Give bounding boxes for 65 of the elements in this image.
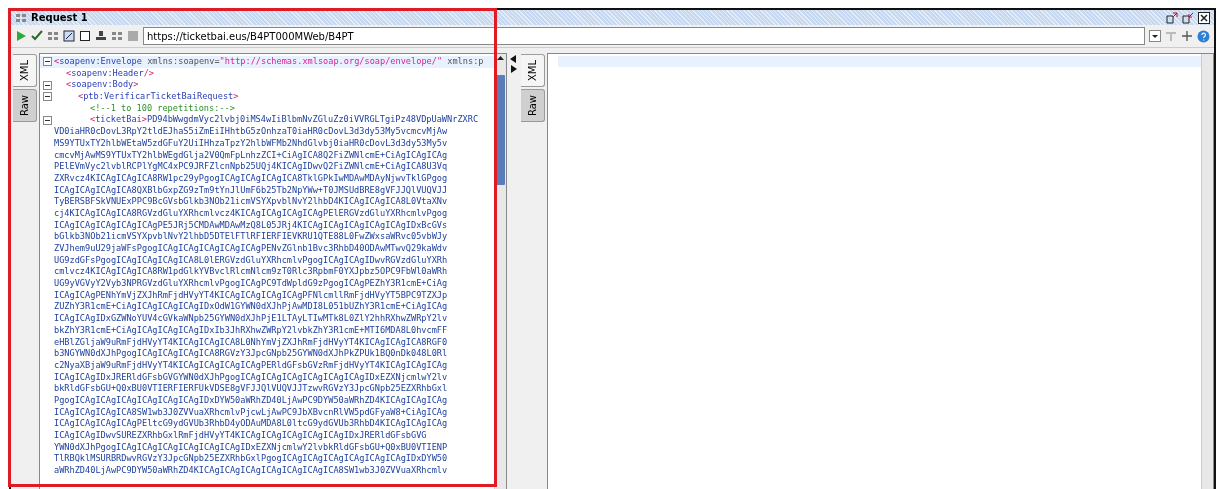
editor-tab[interactable]: Raw: [521, 89, 545, 123]
check-icon[interactable]: [31, 30, 43, 42]
help-icon[interactable]: [1197, 29, 1210, 43]
xml-line: ICAgICAgPENhYmVjZXJhRmFjdHVyYT4KICAgICAgICAgICAgPFNlcmllRmFjdHVyYT5BPC9TZXJp: [54, 289, 448, 302]
xml-line: cj4KICAgICAgICA8RGVzdGluYXRhcmlvcz4KICAgICAgICAgICAgPElERGVzdGluYXRhcmlvPgog: [54, 207, 448, 220]
xml-line: ZUZhY3R1cmE+CiAgICAgICAgICAgIDxOdW1GYWN0dXJhPjAwMDI8L051bUZhY3R1cmE+CiAgICAg: [54, 301, 448, 314]
xml-line: TlRBQklMSURBRDwvRGVzY3JpcGNpb25EZXRhbGxlPgogICAgICAgICAgICAgICAgICAgIDxDYW50: [54, 453, 448, 466]
editor-tab[interactable]: XML: [13, 54, 37, 88]
request-editor[interactable]: [39, 53, 507, 489]
xml-line: ZXRvcz4KICAgICAgICA8RW1pc29yPgogICAgICAgICAgICA8TklGPkIwMDAwMDAyNjwvTklGPgog: [54, 172, 448, 185]
xml-line: c2NyaXBjaW9uRmFjdHVyYT4KICAgICAgICAgICAgPERldGFsbGVzRmFjdHVyYT4KICAgICAgICAg: [54, 359, 448, 372]
xml-line: TyBERSBFSkVNUExPPC9BcGVsbGlkb3NOb21icmVSYXpvblNvY2lhbD4KICAgICAgICA8L0VtaXNv: [54, 196, 448, 208]
xml-line: MS9YTUxTY2hlbWEtaW5zdGFuY2UiIHhzaTpzY2hlbWFMb2NhdGlvbj0iaHR0cDovL3d3dy53My5v: [54, 137, 448, 150]
collapse-icon[interactable]: [42, 57, 52, 67]
xml-line: cmcvMjAwMS9YTUxTY2hlbWEgdGlja2V0QmFpLnhzZCI+CiAgICA8Q2FiZWNlcmE+CiAgICAgICAg: [54, 149, 448, 162]
xml-line: ICAgICAgIDxGZWNoYUV4cGVkaWNpb25GYWN0dXJhPjE1LTAyLTIwMTk8L0ZlY2hhRXhwZWRpY2lv: [54, 313, 448, 325]
xml-line: ICAgICAgICAgICAgICAgPE5JRj5CMDAwMDAwMzQ8L05JRj4KICAgICAgICAgICAgICAgIDxBcGVs: [54, 219, 448, 232]
xml-line: PgogICAgICAgICAgICAgICAgICAgIDxDYW50aWRhZD40LjAwPC9DYW50aWRhZD4KICAgICAgICAg: [54, 394, 448, 407]
xml-line: PElEVmVyc2lvblRCPlYgMC4xPC9JRFZlcnNpb25UQj4KICAgIDwvQ2FiZWNlcmE+CiAgICA8U3Vq: [54, 161, 448, 173]
restore-icon[interactable]: [1166, 11, 1178, 24]
collapse-icon[interactable]: [42, 92, 52, 102]
xml-line: ZVJhem9uU29jaWFsPgogICAgICAgICAgICAgICAgPENvZGlnb1Bvc3RhbD40ODAwMTwvQ29kaWdv: [54, 243, 448, 255]
right-arrow-icon[interactable]: [509, 65, 517, 73]
xml-line: cmlvcz4KICAgICAgICA8RW1pdGlkYVBvclRlcmNlcm9zT0Rlc3RpbmF0YXJpbz5OPC9FbWl0aWRh: [54, 266, 448, 279]
xml-line: <soapenv:Body>: [65, 79, 139, 92]
soap-icon[interactable]: [47, 30, 59, 42]
xml-line: UG9zdGFsPgogICAgICAgICAgICA8L0lERGVzdGluYXRhcmlvPgogICAgICAgIDwvRGVzdGluYXRh: [54, 254, 448, 267]
square-icon[interactable]: [79, 30, 91, 42]
xml-line: aWRhZD40LjAwPC9DYW50aWRhZD4KICAgICAgICAgICAgICAgICAgICA8SW1wb3J0ZVVuaXRhcmlv: [54, 465, 448, 477]
stamp-icon[interactable]: [95, 30, 107, 42]
window-title: Request 1: [31, 12, 88, 23]
xml-line: YWN0dXJhPgogICAgICAgICAgICAgICAgICAgIDxEZXNjcmlwY2lvbkRldGFsbGU+Q0xBU0VTIENP: [54, 441, 448, 454]
frame-icon[interactable]: [63, 30, 75, 42]
xml-line: <soapenv:Header/>: [65, 67, 154, 80]
xml-line: ICAgICAgIDwvSUREZXRhbGxlRmFjdHVyYT4KICAgICAgICAgICAgICAgIDxJRERldGFsbGVG: [54, 430, 427, 442]
collapse-icon[interactable]: [42, 115, 52, 125]
dropdown-icon[interactable]: [1149, 30, 1161, 42]
xml-line: eHBlZGljaW9uRmFjdHVyYT4KICAgICAgICA8L0NhYmVjZXJhRmFjdHVyYT4KICAgICAgICA8RGF0: [54, 336, 448, 349]
soap-icon[interactable]: [15, 11, 27, 24]
left-arrow-icon[interactable]: [509, 55, 517, 63]
xml-line: <ticketBai>PD94bWwgdmVyc2lvbj0iMS4wIiBlbmNvZGluZz0iVVRGLTgiPz48VDpUaWNrZXRC: [89, 114, 479, 127]
scroll-up-icon[interactable]: [496, 54, 505, 63]
xml-line: bGlkb3NOb21icmVSYXpvblNvY2lhbD5DTElFTlRFIERFIEVKRU1QTE88L0FwZWxsaWRvc05vbWJy: [54, 231, 448, 243]
xml-line: VD0iaHR0cDovL3RpY2tldEJhaS5iZmEiIHhtbG5zOnhzaT0iaHR0cDovL3d3dy53My5vcmcvMjAw: [54, 126, 448, 138]
collapse-icon[interactable]: [42, 80, 52, 90]
soap-icon[interactable]: [111, 30, 123, 42]
editor-tab[interactable]: Raw: [13, 89, 37, 123]
close-icon[interactable]: [1198, 11, 1210, 24]
xml-line: b3NGYWN0dXJhPgogICAgICAgICAgICA8RGVzY3JpcGNpb25GYWN0dXJhPkZPUk1BQ0nDk048L0Rl: [54, 348, 448, 360]
xml-line: ICAgICAgICAgICAgPEltcG9ydGVUb3RhbD4yODAuMDA8L0ltcG9ydGVUb3RhbD4KICAgICAgICAg: [54, 418, 448, 430]
xml-line: bkZhY3R1cmE+CiAgICAgICAgICAgIDxIb3JhRXhwZWRpY2lvbkZhY3R1cmE+MTI6MDA8L0hvcmFF: [54, 324, 448, 337]
scrollbar-thumb[interactable]: [496, 75, 505, 185]
editor-tab[interactable]: XML: [521, 54, 545, 88]
restore-icon[interactable]: [1182, 11, 1194, 24]
play-icon[interactable]: [15, 30, 27, 42]
xml-line: UG9yVGVyY2Vyb3NPRGVzdGluYXRhcmlvPgogICAgPC9TdWpldG9zPgogICAgPEZhY3R1cmE+CiAg: [54, 278, 448, 290]
xml-line: <soapenv:Envelope xmlns:soapenv="http://schemas.xmlsoap.org/soap/envelope/" xmlns:p: [54, 56, 484, 68]
xml-line: ICAgICAgIDxJRERldGFsbGVGYWN0dXJhPgogICAgICAgICAgICAgICAgICAgIDxEZXNjcmlwY2lv: [54, 371, 448, 384]
xml-line: ICAgICAgICAgICA8QXBlbGxpZG9zTm9tYnJlUmF6b25Tb2NpYWw+T0JMSUdBRE8gVFJJQlVUQVJJ: [54, 184, 448, 197]
xml-line: <!--1 to 100 repetitions:-->: [89, 102, 235, 115]
xml-line: bkRldGFsbGU+Q0xBU0VTIERFIERFUkVDSE8gVFJJQlVUQVJJTzwvRGVzY3JpcGNpb25EZXRhbGxl: [54, 383, 448, 395]
add-icon[interactable]: [1181, 30, 1193, 42]
url-field[interactable]: https://ticketbai.eus/B4PT000MWeb/B4PT: [143, 27, 1145, 45]
xml-line: <ptb:VerificarTicketBaiRequest>: [77, 91, 239, 103]
xml-line: ICAgICAgICAgICA8SW1wb3J0ZVVuaXRhcmlvPjcwLjAwPC9JbXBvcnRlVW5pdGFyaW8+CiAgICAg: [54, 406, 448, 419]
